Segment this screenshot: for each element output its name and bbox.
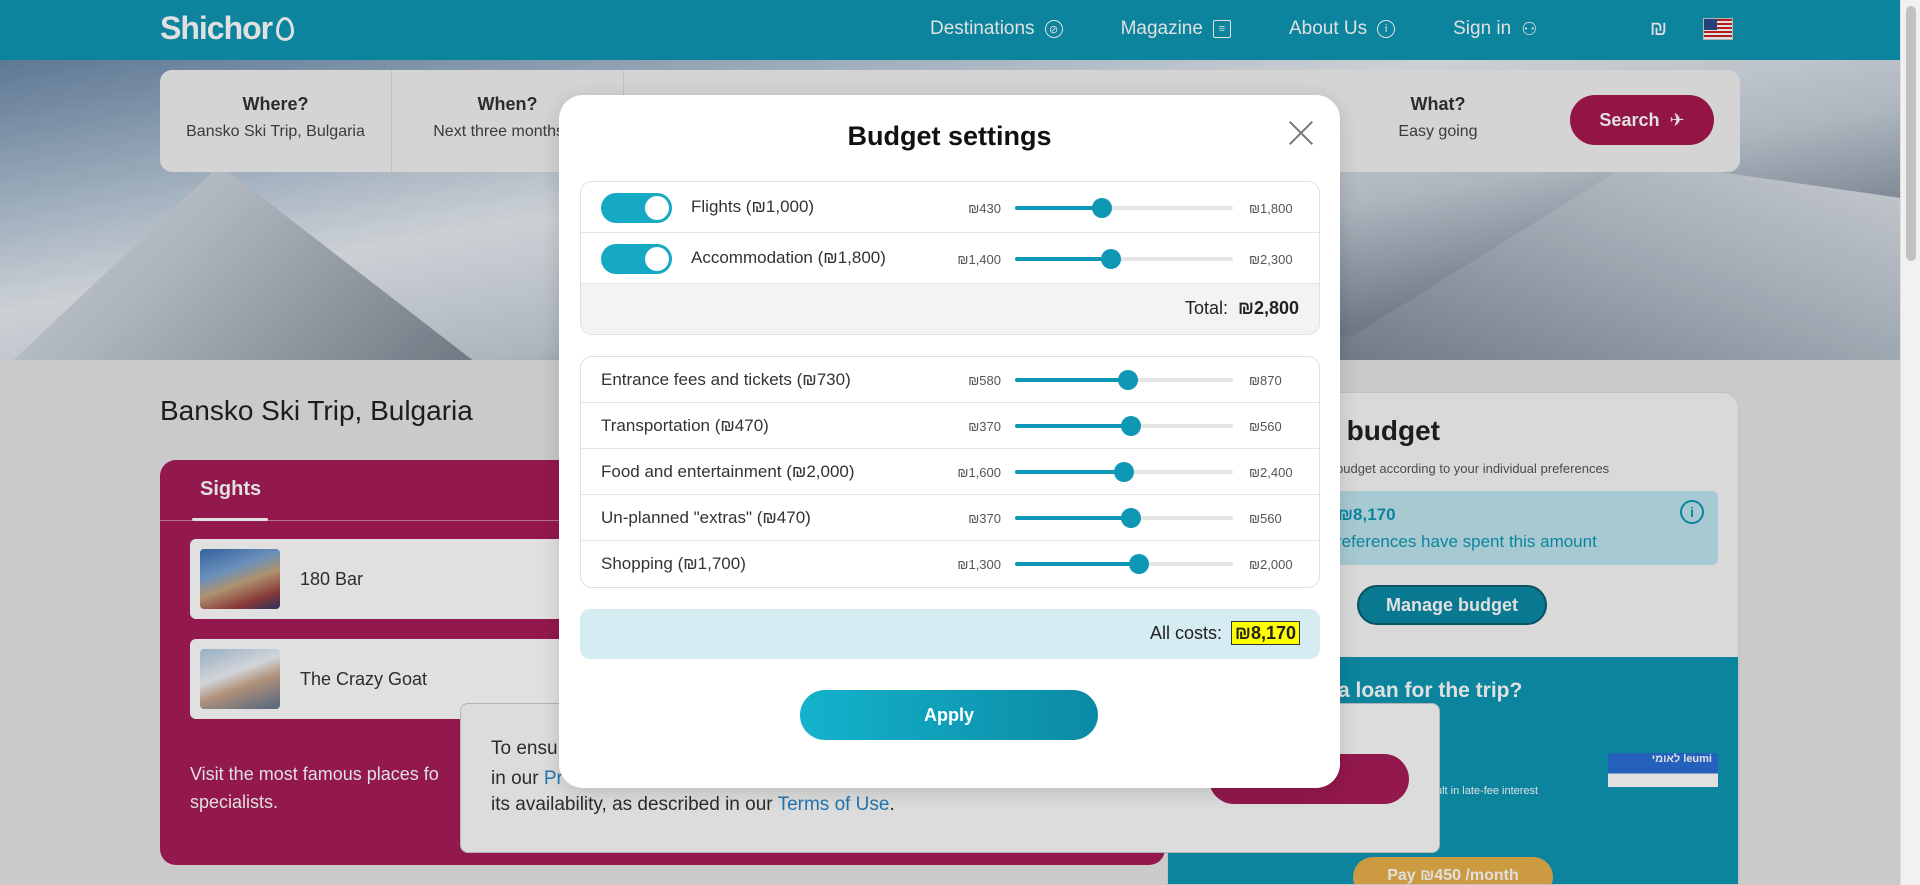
row-max: ₪2,300	[1249, 252, 1293, 267]
all-costs-bar: All costs: ₪8,170	[580, 609, 1320, 659]
total-label: Total:	[1185, 298, 1229, 318]
flights-toggle[interactable]	[601, 193, 672, 223]
budget-row-food: Food and entertainment (₪2,000) ₪1,600 ₪…	[581, 449, 1319, 495]
all-costs-value: ₪8,170	[1231, 621, 1300, 645]
row-max: ₪870	[1249, 373, 1282, 388]
slider-fill	[1015, 206, 1103, 210]
slider-knob[interactable]	[1114, 462, 1134, 482]
total-row: Total: ₪2,800	[581, 284, 1319, 334]
slider-fill	[1015, 424, 1131, 428]
slider-knob[interactable]	[1120, 508, 1141, 528]
row-min: ₪1,300	[957, 557, 1001, 572]
flights-slider[interactable]	[1015, 198, 1233, 218]
budget-row-accommodation: Accommodation (₪1,800) ₪1,400 ₪2,300	[581, 233, 1319, 284]
row-min: ₪1,400	[957, 252, 1001, 267]
row-max: ₪560	[1249, 511, 1282, 526]
row-label: Transportation (₪470)	[601, 416, 769, 435]
transportation-slider[interactable]	[1015, 416, 1233, 436]
row-min: ₪580	[968, 373, 1001, 388]
budget-settings-modal: Budget settings Flights (₪1,000) ₪430 ₪1…	[559, 95, 1340, 788]
row-label: Shopping (₪1,700)	[601, 554, 746, 573]
row-max: ₪560	[1249, 419, 1282, 434]
fixed-costs-group: Flights (₪1,000) ₪430 ₪1,800 Accommodati…	[580, 181, 1320, 335]
total-text: Total: ₪2,800	[1185, 298, 1299, 319]
apply-button[interactable]: Apply	[800, 690, 1098, 740]
budget-row-shopping: Shopping (₪1,700) ₪1,300 ₪2,000	[581, 541, 1319, 587]
slider-fill	[1015, 516, 1131, 520]
budget-row-extras: Un-planned "extras" (₪470) ₪370 ₪560	[581, 495, 1319, 541]
entrance-slider[interactable]	[1015, 370, 1233, 390]
row-label: Un-planned "extras" (₪470)	[601, 508, 811, 527]
budget-row-transportation: Transportation (₪470) ₪370 ₪560	[581, 403, 1319, 449]
row-label: Food and entertainment (₪2,000)	[601, 462, 855, 481]
slider-knob[interactable]	[1118, 370, 1139, 390]
all-costs-label: All costs:	[1150, 623, 1223, 643]
slider-knob[interactable]	[1092, 198, 1113, 218]
extras-slider[interactable]	[1015, 508, 1233, 528]
row-max: ₪2,400	[1249, 465, 1293, 480]
budget-row-flights: Flights (₪1,000) ₪430 ₪1,800	[581, 182, 1319, 233]
row-min: ₪370	[968, 419, 1001, 434]
modal-title: Budget settings	[847, 121, 1052, 151]
slider-knob[interactable]	[1129, 554, 1150, 574]
scrollbar-thumb[interactable]	[1906, 6, 1916, 261]
row-min: ₪1,600	[957, 465, 1001, 480]
row-max: ₪1,800	[1249, 201, 1293, 216]
row-max: ₪2,000	[1249, 557, 1293, 572]
row-label: Entrance fees and tickets (₪730)	[601, 370, 851, 389]
slider-fill	[1015, 257, 1111, 261]
shopping-slider[interactable]	[1015, 554, 1233, 574]
accommodation-slider[interactable]	[1015, 249, 1233, 269]
slider-fill	[1015, 378, 1129, 382]
accommodation-toggle[interactable]	[601, 244, 672, 274]
row-min: ₪370	[968, 511, 1001, 526]
food-slider[interactable]	[1015, 462, 1233, 482]
total-value: ₪2,800	[1238, 298, 1299, 318]
slider-knob[interactable]	[1120, 416, 1141, 436]
slider-knob[interactable]	[1100, 249, 1121, 269]
budget-row-entrance: Entrance fees and tickets (₪730) ₪580 ₪8…	[581, 357, 1319, 403]
slider-fill	[1015, 470, 1124, 474]
close-icon[interactable]	[1287, 119, 1315, 147]
row-label: Accommodation (₪1,800)	[691, 248, 886, 267]
row-label: Flights (₪1,000)	[691, 197, 815, 216]
page-scrollbar[interactable]	[1900, 0, 1920, 885]
all-costs-text: All costs: ₪8,170	[1150, 621, 1300, 645]
row-min: ₪430	[968, 201, 1001, 216]
variable-costs-group: Entrance fees and tickets (₪730) ₪580 ₪8…	[580, 356, 1320, 588]
slider-fill	[1015, 562, 1140, 566]
